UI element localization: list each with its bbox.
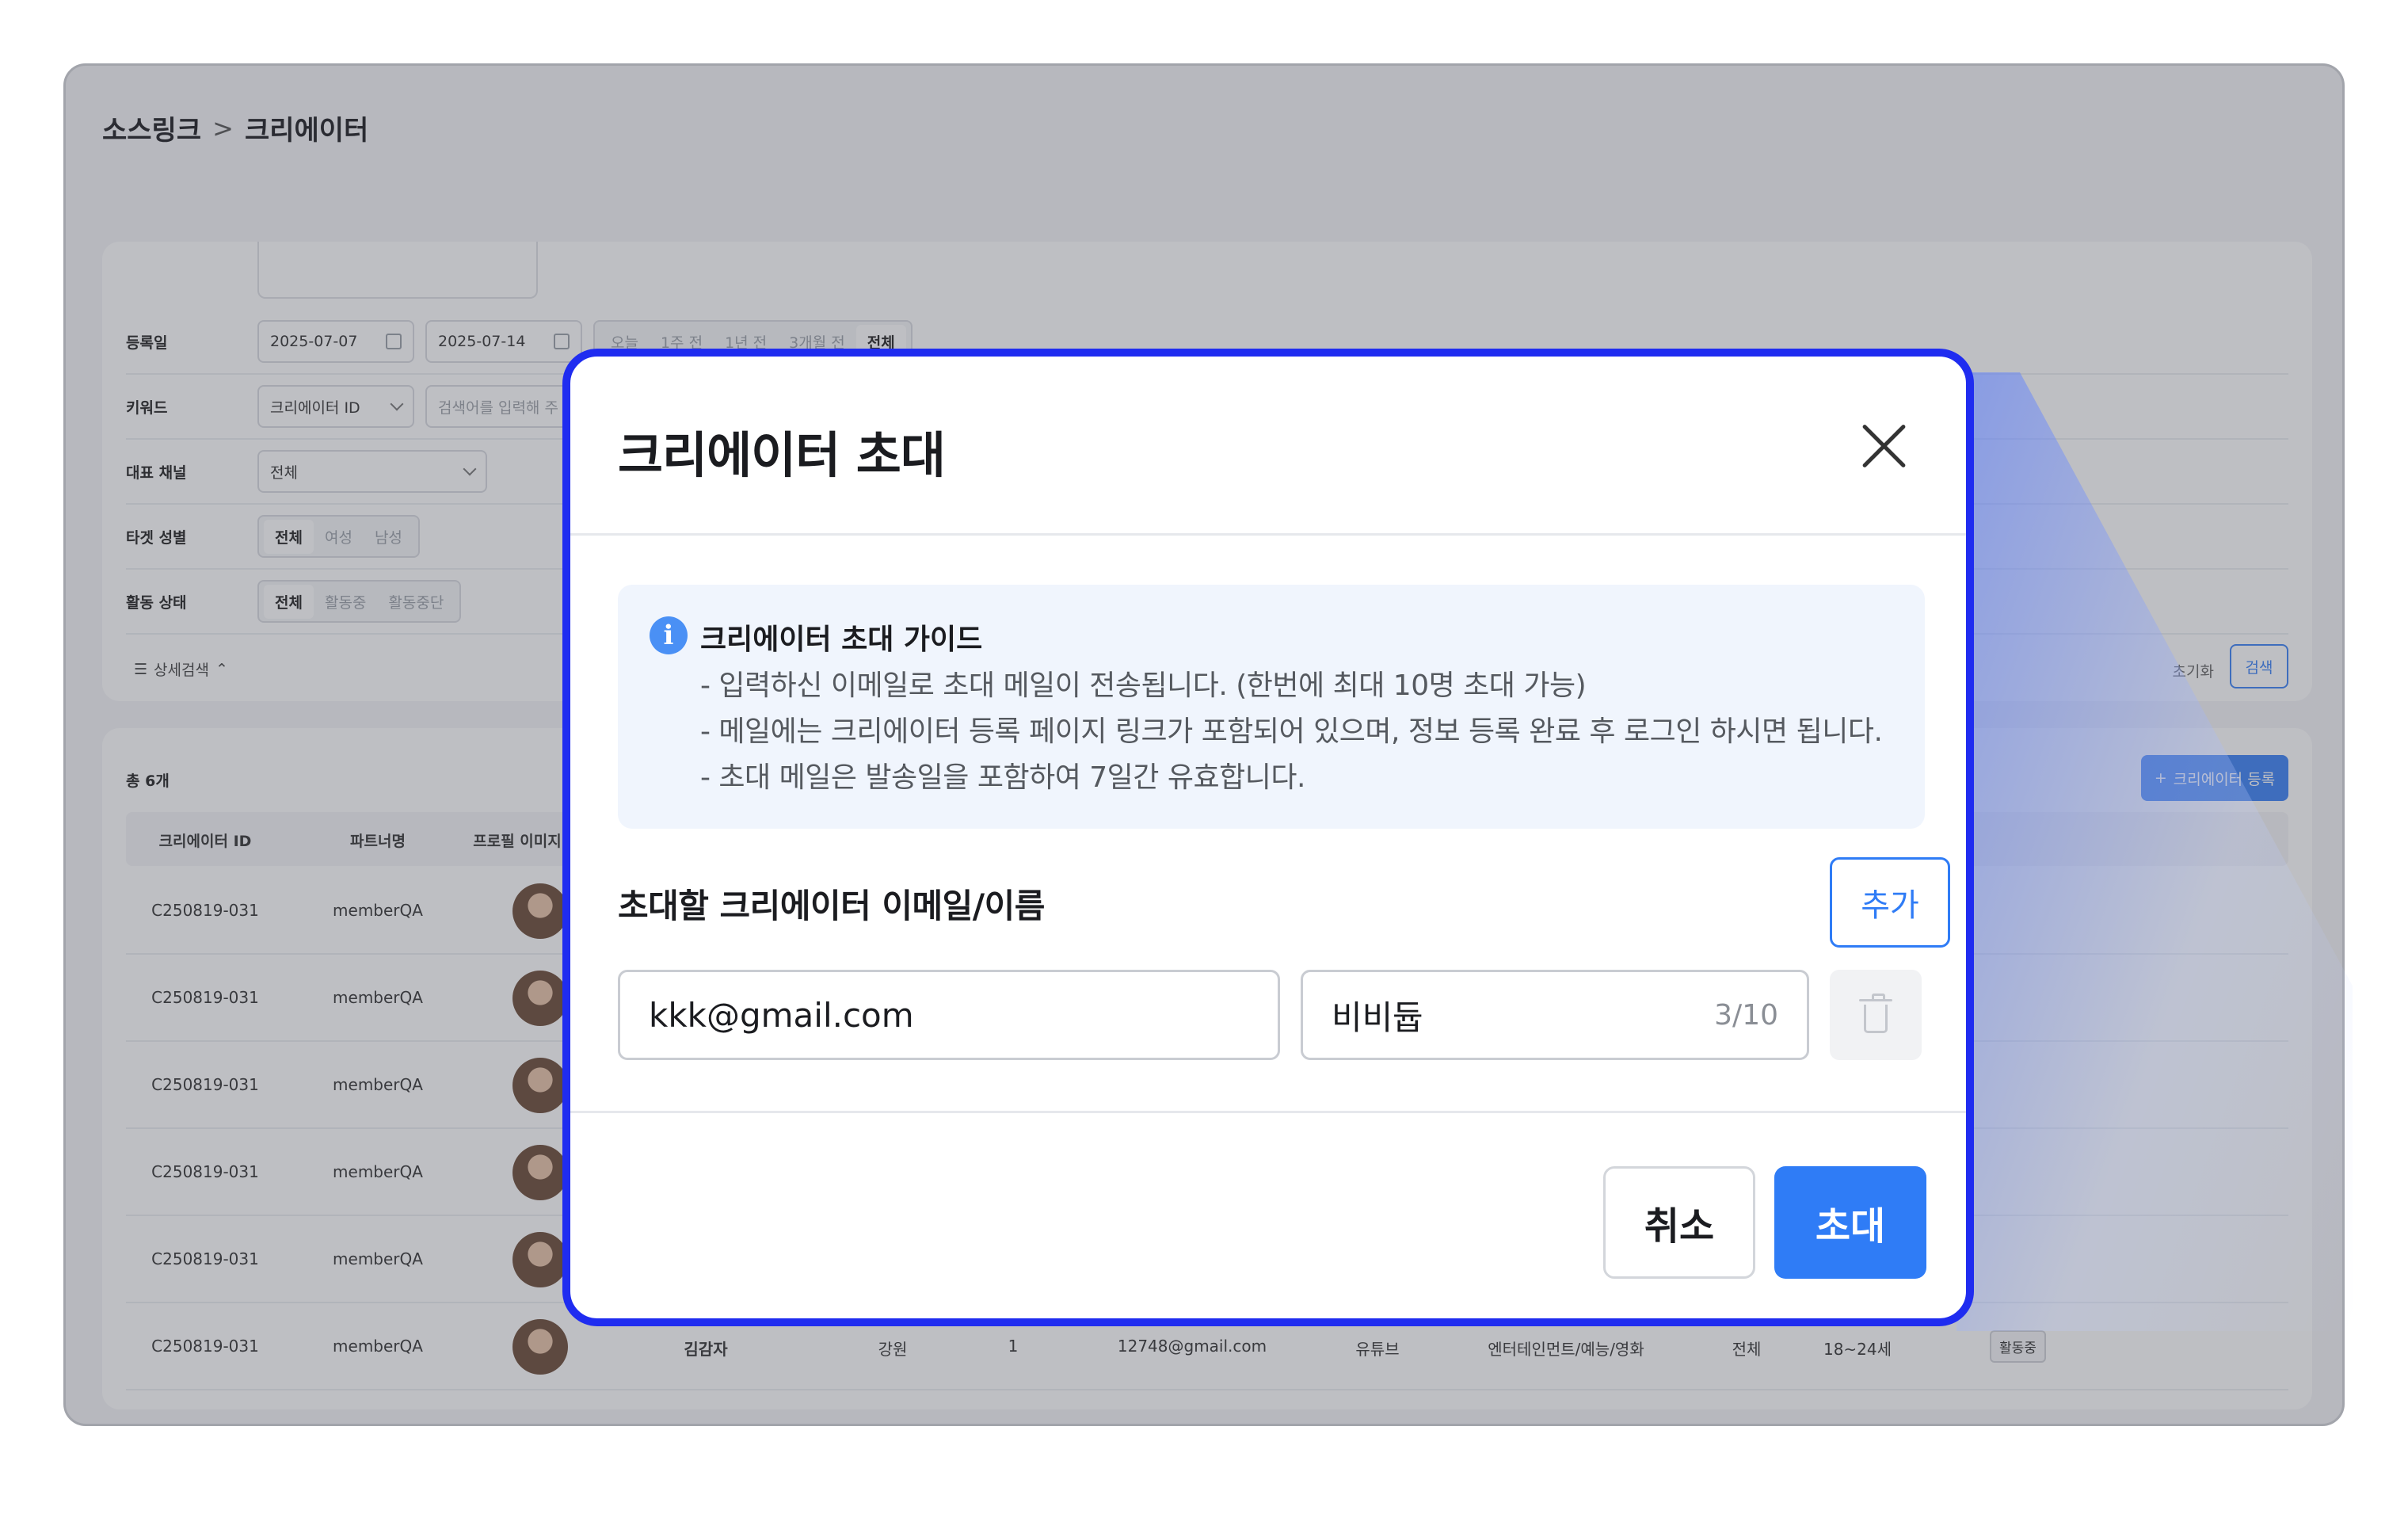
delete-invitee-button[interactable]: [1830, 970, 1922, 1060]
invite-guide-box: i 크리에이터 초대 가이드 - 입력하신 이메일로 초대 메일이 전송됩니다.…: [618, 585, 1925, 829]
modal-title: 크리에이터 초대: [618, 426, 946, 484]
guide-line: - 초대 메일은 발송일을 포함하여 7일간 유효합니다.: [700, 761, 1305, 794]
footer-divider: [570, 1111, 1966, 1113]
cancel-button[interactable]: 취소: [1603, 1166, 1755, 1279]
name-field: 3/10: [1301, 970, 1809, 1060]
modal-header: 크리에이터 초대: [570, 357, 1966, 536]
invitee-section-label: 초대할 크리에이터 이메일/이름: [618, 887, 1045, 925]
email-input[interactable]: [618, 970, 1280, 1060]
add-invitee-button[interactable]: 추가: [1830, 857, 1950, 948]
close-icon[interactable]: [1858, 420, 1909, 471]
guide-line: - 메일에는 크리에이터 등록 페이지 링크가 포함되어 있으며, 정보 등록 …: [700, 715, 1883, 748]
invite-button[interactable]: 초대: [1774, 1166, 1926, 1279]
info-icon: i: [650, 616, 688, 654]
invite-creator-modal: 크리에이터 초대 i 크리에이터 초대 가이드 - 입력하신 이메일로 초대 메…: [562, 349, 1974, 1326]
trash-icon: [1859, 994, 1892, 1033]
guide-line: - 입력하신 이메일로 초대 메일이 전송됩니다. (한번에 최대 10명 초대…: [700, 669, 1587, 702]
name-char-counter: 3/10: [1714, 999, 1778, 1032]
guide-title: 크리에이터 초대 가이드: [700, 624, 983, 656]
